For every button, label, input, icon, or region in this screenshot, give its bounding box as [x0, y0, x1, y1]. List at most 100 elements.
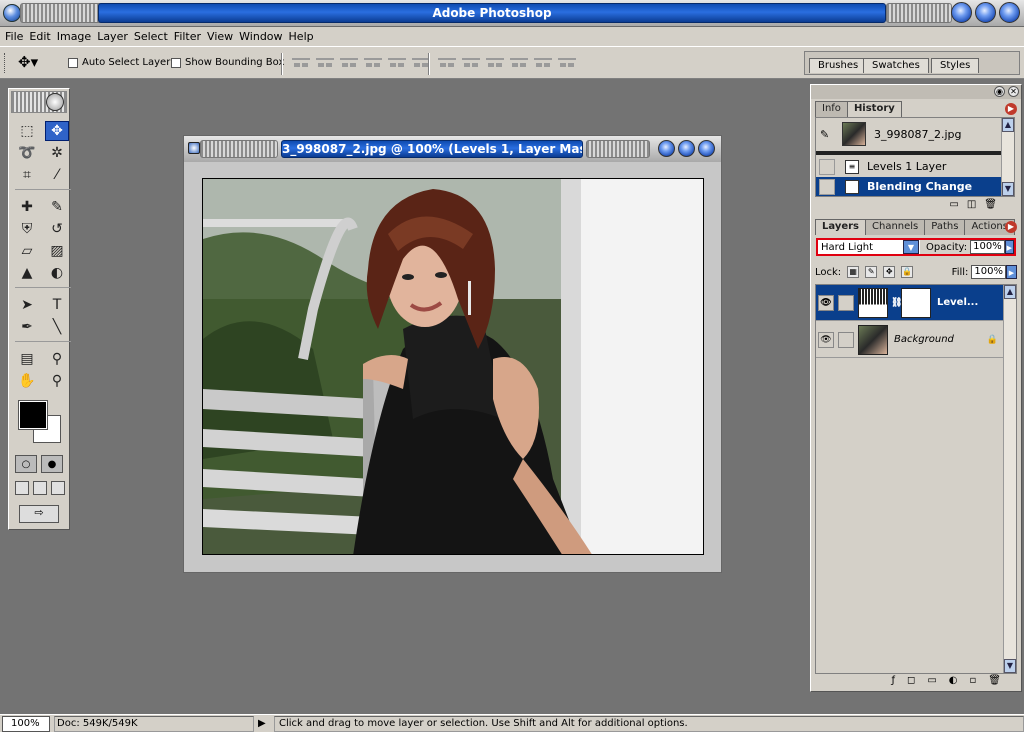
notes-tool-icon[interactable]: ▤ — [15, 349, 39, 369]
new-layer-icon[interactable]: ▫ — [970, 675, 977, 689]
menu-help[interactable]: Help — [288, 30, 319, 43]
zoom-field[interactable]: 100% — [2, 715, 50, 732]
delete-state-icon[interactable]: 🗑 — [984, 199, 997, 213]
add-mask-icon[interactable]: ◻ — [907, 675, 915, 689]
history-source-box[interactable] — [819, 158, 835, 175]
scroll-down-icon[interactable]: ▼ — [1002, 182, 1014, 196]
lasso-tool-icon[interactable]: ➰ — [15, 143, 39, 163]
layer-mask-thumbnail[interactable] — [901, 287, 931, 318]
doc-close-button[interactable] — [698, 140, 715, 157]
auto-select-layer-checkbox[interactable]: Auto Select Layer — [68, 57, 170, 68]
scroll-up-icon[interactable]: ▲ — [1004, 285, 1016, 299]
create-snapshot-icon[interactable]: ◫ — [967, 199, 976, 213]
move-tool-icon[interactable]: ✥ — [45, 121, 69, 141]
foreground-color-swatch[interactable] — [18, 400, 48, 430]
lock-image-icon[interactable]: ✎ — [865, 266, 878, 278]
fullscreen-icon[interactable] — [51, 481, 65, 495]
brush-tool-icon[interactable]: ✎ — [45, 197, 69, 217]
palette-dock-header[interactable]: ◉ ✕ — [811, 85, 1021, 99]
link-chain-icon[interactable]: ⛓ — [891, 298, 902, 308]
tab-brushes[interactable]: Brushes — [809, 58, 868, 73]
quick-mask-mode-icon[interactable]: ● — [41, 455, 63, 473]
layer-style-icon[interactable]: ƒ — [891, 675, 895, 689]
new-group-icon[interactable]: ▭ — [927, 675, 936, 689]
clone-stamp-tool-icon[interactable]: ⛨ — [15, 219, 39, 239]
scroll-down-icon[interactable]: ▼ — [1004, 659, 1016, 673]
tab-info[interactable]: Info — [815, 101, 848, 117]
type-tool-icon[interactable]: T — [45, 295, 69, 315]
image-canvas[interactable] — [202, 178, 704, 555]
menu-window[interactable]: Window — [238, 30, 287, 43]
menu-select[interactable]: Select — [133, 30, 173, 43]
status-menu-arrow-icon[interactable]: ▶ — [258, 718, 272, 729]
layers-palette-menu-icon[interactable]: ▶ — [1005, 221, 1017, 233]
crop-tool-icon[interactable]: ⌗ — [15, 165, 39, 185]
hand-tool-icon[interactable]: ✋ — [15, 371, 39, 391]
chevron-down-icon[interactable]: ▼ — [903, 240, 919, 254]
history-item-selected[interactable]: ≡ Blending Change — [816, 177, 1008, 196]
lock-position-icon[interactable]: ✥ — [883, 266, 896, 278]
history-source-box[interactable] — [819, 178, 835, 195]
layers-scrollbar[interactable]: ▲ ▼ — [1003, 285, 1016, 673]
doc-maximize-button[interactable] — [678, 140, 695, 157]
document-titlebar[interactable]: 3_998087_2.jpg @ 100% (Levels 1, Layer M… — [184, 136, 721, 162]
jump-to-imageready-icon[interactable]: ⇨ — [19, 505, 59, 523]
palette-close-icon[interactable]: ✕ — [1008, 86, 1019, 97]
history-item[interactable]: ≡ Levels 1 Layer — [816, 157, 1008, 176]
doc-minimize-button[interactable] — [658, 140, 675, 157]
healing-brush-tool-icon[interactable]: ✚ — [15, 197, 39, 217]
distribute-top-icon[interactable] — [438, 56, 456, 68]
standard-mode-icon[interactable]: ○ — [15, 455, 37, 473]
fullscreen-menu-icon[interactable] — [33, 481, 47, 495]
new-adjustment-layer-icon[interactable]: ◐ — [949, 675, 958, 689]
menu-layer[interactable]: Layer — [96, 30, 133, 43]
eraser-tool-icon[interactable]: ▱ — [15, 241, 39, 261]
opacity-slider-arrow-icon[interactable]: ▶ — [1004, 240, 1014, 254]
history-palette-menu-icon[interactable]: ▶ — [1005, 103, 1017, 115]
fill-field[interactable]: 100% — [971, 265, 1006, 279]
zoom-tool-icon[interactable]: ⚲ — [45, 371, 69, 391]
dodge-tool-icon[interactable]: ◐ — [45, 263, 69, 283]
distribute-vcenter-icon[interactable] — [462, 56, 480, 68]
layer-mask-edit-icon[interactable] — [838, 294, 854, 311]
menu-view[interactable]: View — [206, 30, 238, 43]
delete-layer-icon[interactable]: 🗑 — [988, 675, 1001, 689]
distribute-bottom-icon[interactable] — [486, 56, 504, 68]
align-hcenter-icon[interactable] — [388, 56, 406, 68]
close-button[interactable] — [999, 2, 1020, 23]
marquee-tool-icon[interactable]: ⬚ — [15, 121, 39, 141]
pen-tool-icon[interactable]: ✒ — [15, 317, 39, 337]
history-snapshot[interactable]: ✎ 3_998087_2.jpg — [816, 120, 1008, 148]
align-bottom-icon[interactable] — [340, 56, 358, 68]
lock-all-icon[interactable]: 🔒 — [901, 266, 914, 278]
blend-mode-select[interactable]: Hard Light ▼ — [816, 238, 920, 256]
layer-row-background[interactable]: 👁 Background 🔒 — [816, 322, 1004, 358]
tab-swatches[interactable]: Swatches — [863, 58, 929, 73]
minimize-button[interactable] — [951, 2, 972, 23]
checkbox-icon[interactable] — [171, 57, 181, 68]
gradient-tool-icon[interactable]: ▨ — [45, 241, 69, 261]
line-tool-icon[interactable]: ╲ — [45, 317, 69, 337]
layer-link-box[interactable] — [838, 331, 854, 348]
document-icon[interactable] — [188, 142, 200, 154]
new-document-from-state-icon[interactable]: ▭ — [949, 199, 958, 213]
photoshop-app-icon[interactable] — [3, 4, 21, 22]
toolbox-header[interactable] — [11, 91, 67, 113]
checkbox-icon[interactable] — [68, 57, 78, 68]
history-brush-tool-icon[interactable]: ↺ — [45, 219, 69, 239]
lock-transparency-icon[interactable]: ▦ — [847, 266, 860, 278]
blur-tool-icon[interactable]: ▲ — [15, 263, 39, 283]
maximize-button[interactable] — [975, 2, 996, 23]
palette-minimize-icon[interactable]: ◉ — [994, 86, 1005, 97]
scroll-up-icon[interactable]: ▲ — [1002, 118, 1014, 132]
menu-edit[interactable]: Edit — [28, 30, 55, 43]
opacity-field[interactable]: 100% — [970, 240, 1005, 254]
tab-styles[interactable]: Styles — [931, 58, 980, 73]
tab-paths[interactable]: Paths — [924, 219, 966, 235]
align-top-icon[interactable] — [292, 56, 310, 68]
show-bounding-box-checkbox[interactable]: Show Bounding Box — [171, 57, 284, 68]
visibility-eye-icon[interactable]: 👁 — [818, 294, 834, 311]
history-brush-source-icon[interactable]: ✎ — [820, 128, 838, 141]
tab-channels[interactable]: Channels — [865, 219, 926, 235]
tab-history[interactable]: History — [846, 101, 902, 117]
